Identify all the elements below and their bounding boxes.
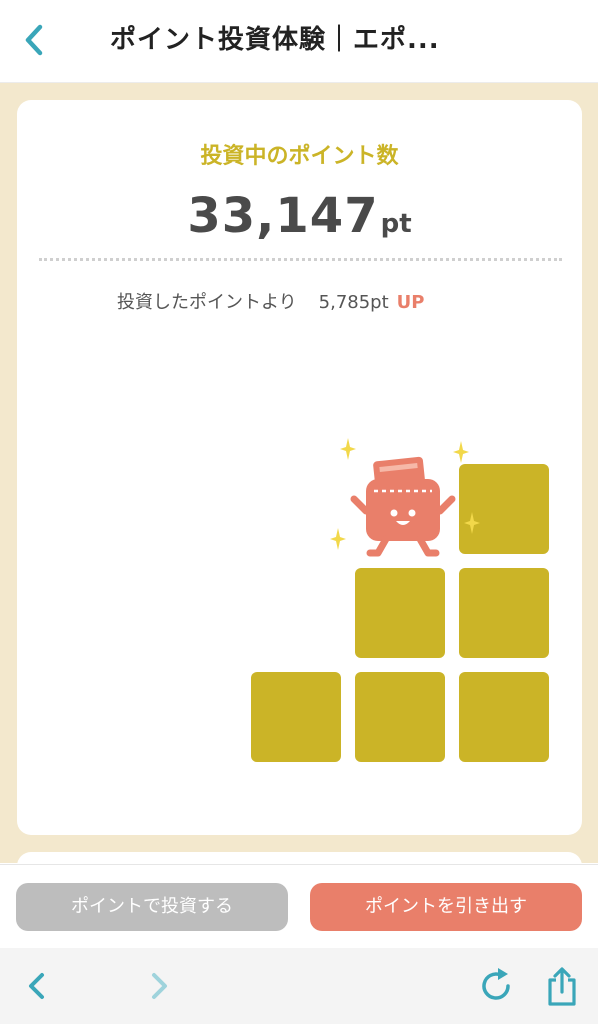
dotted-divider xyxy=(39,258,562,261)
points-display: 33,147pt xyxy=(17,188,582,244)
gain-status: UP xyxy=(396,292,425,313)
sparkle-icon xyxy=(464,512,480,534)
sparkle-icon xyxy=(330,528,346,550)
forward-arrow-icon xyxy=(152,973,167,999)
gain-text: 投資したポイントより xyxy=(117,292,297,313)
points-value: 33,147 xyxy=(187,188,379,244)
browser-toolbar xyxy=(0,948,598,1024)
action-bar: ポイントで投資する ポイントを引き出す xyxy=(0,864,598,949)
reload-button[interactable] xyxy=(474,964,518,1008)
browser-forward-button[interactable] xyxy=(138,964,182,1008)
page-title: ポイント投資体験｜エポ... xyxy=(110,25,440,55)
gold-block xyxy=(459,672,549,762)
browser-back-button[interactable] xyxy=(14,964,58,1008)
share-button[interactable] xyxy=(540,964,584,1008)
gain-summary: 投資したポイントより 5,785pt UP xyxy=(117,288,424,316)
share-icon xyxy=(548,967,576,1006)
nav-header: ポイント投資体験｜エポ... xyxy=(0,0,598,83)
reload-icon xyxy=(482,968,510,1000)
back-arrow-icon xyxy=(29,973,44,999)
points-unit: pt xyxy=(380,209,412,239)
gold-block xyxy=(459,568,549,658)
gold-block xyxy=(355,568,445,658)
invest-points-button[interactable]: ポイントで投資する xyxy=(16,883,288,931)
back-button[interactable] xyxy=(14,20,54,60)
chevron-left-icon xyxy=(25,24,43,56)
gold-block xyxy=(355,672,445,762)
gain-value: 5,785pt xyxy=(318,292,389,313)
points-label: 投資中のポイント数 xyxy=(200,144,399,169)
gold-block xyxy=(251,672,341,762)
wallet-mascot-icon xyxy=(350,456,456,557)
gold-block xyxy=(459,464,549,554)
withdraw-points-button[interactable]: ポイントを引き出す xyxy=(310,883,582,931)
